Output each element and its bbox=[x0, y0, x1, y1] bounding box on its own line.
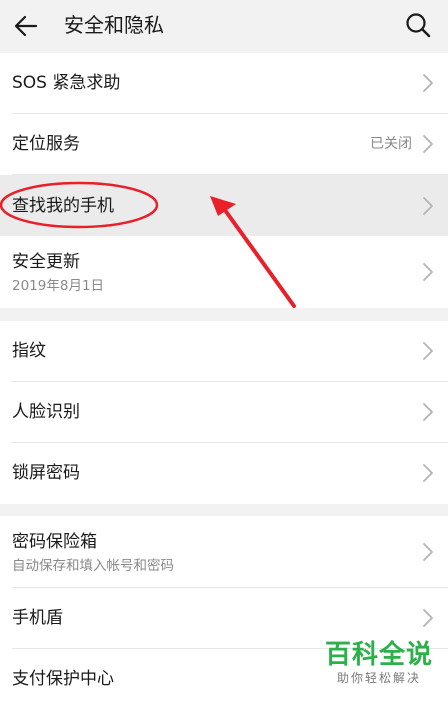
settings-item-label: 定位服务 bbox=[12, 134, 80, 154]
settings-item-security-update[interactable]: 安全更新 2019年8月1日 bbox=[0, 236, 448, 308]
watermark: 百科全说 助你轻松解决 bbox=[322, 640, 436, 686]
chevron-right-icon bbox=[423, 464, 433, 482]
chevron-right-icon bbox=[423, 135, 433, 153]
app-header: 安全和隐私 bbox=[0, 0, 448, 52]
settings-item-label: 人脸识别 bbox=[12, 402, 80, 422]
chevron-right-icon bbox=[423, 197, 433, 215]
settings-item-label: 指纹 bbox=[12, 341, 46, 361]
watermark-slogan: 助你轻松解决 bbox=[336, 671, 421, 685]
chevron-right-icon bbox=[423, 74, 433, 92]
chevron-right-icon bbox=[423, 263, 433, 281]
settings-item-label: 支付保护中心 bbox=[12, 669, 114, 689]
location-status: 已关闭 bbox=[370, 136, 412, 152]
settings-group-security: SOS 紧急求助 定位服务 已关闭 查找我的手机 安全更新 2019年8月1日 bbox=[0, 53, 448, 308]
page-title: 安全和隐私 bbox=[64, 13, 164, 37]
settings-item-label: 密码保险箱 bbox=[12, 532, 97, 552]
settings-item-sos[interactable]: SOS 紧急求助 bbox=[0, 53, 448, 114]
chevron-right-icon bbox=[423, 609, 433, 627]
update-date: 2019年8月1日 bbox=[12, 278, 105, 294]
settings-item-label: 手机盾 bbox=[12, 608, 63, 628]
settings-item-label: 查找我的手机 bbox=[12, 196, 114, 216]
settings-group-biometrics: 指纹 人脸识别 锁屏密码 bbox=[0, 321, 448, 504]
arrow-left-icon[interactable] bbox=[12, 12, 40, 40]
settings-item-label: SOS 紧急求助 bbox=[12, 73, 121, 93]
chevron-right-icon bbox=[423, 342, 433, 360]
chevron-right-icon bbox=[423, 543, 433, 561]
watermark-brand: 百科全说 bbox=[324, 640, 433, 670]
password-vault-description: 自动保存和填入帐号和密码 bbox=[12, 558, 174, 574]
settings-item-label: 安全更新 bbox=[12, 252, 80, 272]
chevron-right-icon bbox=[423, 403, 433, 421]
settings-item-password-vault[interactable]: 密码保险箱 自动保存和填入帐号和密码 bbox=[0, 516, 448, 588]
settings-item-fingerprint[interactable]: 指纹 bbox=[0, 321, 448, 382]
settings-item-label: 锁屏密码 bbox=[12, 463, 80, 483]
settings-item-location[interactable]: 定位服务 已关闭 bbox=[0, 114, 448, 175]
settings-item-lock-screen-password[interactable]: 锁屏密码 bbox=[0, 443, 448, 504]
settings-item-face-recognition[interactable]: 人脸识别 bbox=[0, 382, 448, 443]
search-icon[interactable] bbox=[404, 11, 432, 39]
settings-item-find-my-phone[interactable]: 查找我的手机 bbox=[0, 175, 448, 236]
